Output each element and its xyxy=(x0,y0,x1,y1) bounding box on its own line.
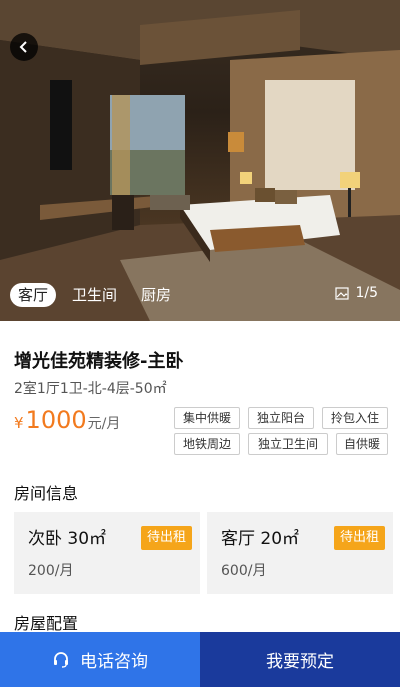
image-icon xyxy=(335,286,350,300)
room-name: 客厅 20㎡ xyxy=(221,529,300,549)
room-photo[interactable]: 客厅 卫生间 厨房 1/5 xyxy=(0,0,400,321)
room-info-heading: 房间信息 xyxy=(14,484,79,503)
price-unit: 元/月 xyxy=(87,416,121,432)
call-button[interactable]: 电话咨询 xyxy=(0,632,200,687)
chevron-left-icon xyxy=(19,41,27,53)
tag: 集中供暖 xyxy=(174,407,240,429)
room-card[interactable]: 客厅 20㎡ 待出租 600/月 xyxy=(207,512,393,594)
config-heading: 房屋配置 xyxy=(14,614,79,633)
tab-bathroom[interactable]: 卫生间 xyxy=(64,283,125,307)
price-value: 1000 xyxy=(25,406,87,434)
photo-counter-text: 1/5 xyxy=(355,285,378,301)
photo-counter: 1/5 xyxy=(335,285,378,301)
tab-living-room[interactable]: 客厅 xyxy=(10,283,57,307)
book-button[interactable]: 我要预定 xyxy=(200,632,400,687)
call-button-label: 电话咨询 xyxy=(80,652,148,672)
tag: 地铁周边 xyxy=(174,433,240,455)
tag: 拎包入住 xyxy=(322,407,388,429)
status-badge: 待出租 xyxy=(140,526,192,550)
headset-icon xyxy=(54,651,68,668)
back-button[interactable] xyxy=(10,33,38,61)
listing-subtitle: 2室1厅1卫-北-4层-50㎡ xyxy=(14,381,167,397)
book-button-label: 我要预定 xyxy=(266,652,334,672)
room-price: 600/月 xyxy=(221,563,267,579)
tag: 自供暖 xyxy=(336,433,388,455)
listing-title: 增光佳苑精装修-主卧 xyxy=(14,351,184,372)
currency-symbol: ¥ xyxy=(14,414,24,432)
price: ¥ 1000 元/月 xyxy=(14,406,120,434)
tag: 独立卫生间 xyxy=(248,433,328,455)
room-name: 次卧 30㎡ xyxy=(28,529,107,549)
tag: 独立阳台 xyxy=(248,407,314,429)
gallery-tabs: 客厅 卫生间 厨房 xyxy=(10,283,179,307)
status-badge: 待出租 xyxy=(333,526,385,550)
bottom-action-bar: 电话咨询 我要预定 xyxy=(0,632,400,687)
bedroom-photo-illustration xyxy=(0,0,400,321)
room-price: 200/月 xyxy=(28,563,74,579)
room-card[interactable]: 次卧 30㎡ 待出租 200/月 xyxy=(14,512,200,594)
tab-kitchen[interactable]: 厨房 xyxy=(133,283,179,307)
